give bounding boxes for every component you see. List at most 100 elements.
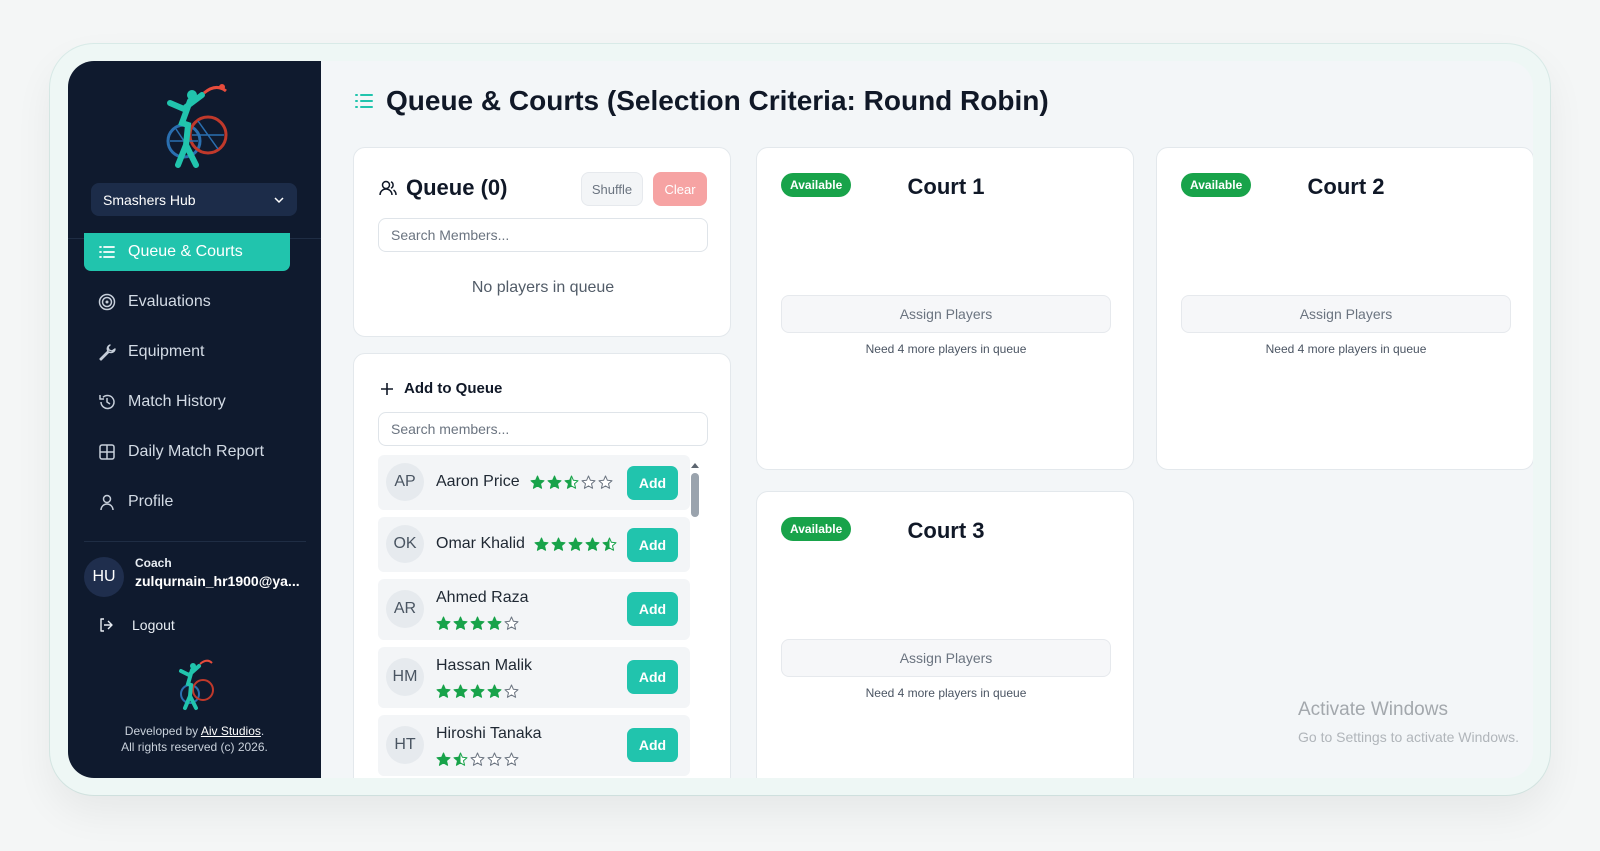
member-name: Omar Khalid [436,535,525,552]
app-logo-icon [179,659,214,710]
star-icon [470,616,485,630]
court-title: Court 2 [1307,174,1385,199]
sidebar-item-daily-match-report[interactable]: Daily Match Report [84,433,290,471]
sidebar-item-queue-courts[interactable]: Queue & Courts [84,233,290,271]
avatar: HU [84,557,124,597]
history-icon [99,394,115,410]
queue-search-input[interactable]: Search Members... [378,218,708,252]
member-name: Aaron Price [436,473,520,490]
queue-card: Queue (0) Shuffle Clear Search Members..… [353,147,731,337]
list-icon [355,94,373,108]
star-icon [487,616,502,630]
star-icon [453,752,468,766]
member-name: Ahmed Raza [436,589,529,606]
rating-stars [530,475,613,490]
star-icon [487,752,502,766]
logout-icon [100,618,113,632]
activate-windows-subtitle: Go to Settings to activate Windows. [1298,729,1519,745]
footer-developed-by: Developed by Aiv Studios. [124,724,265,738]
logout-label: Logout [132,617,175,633]
avatar: HT [386,726,424,764]
star-icon [470,684,485,698]
sidebar-item-evaluations[interactable]: Evaluations [84,283,290,321]
rating-stars [436,616,519,631]
avatar: OK [386,525,424,563]
shuffle-button[interactable]: Shuffle [581,172,643,206]
star-icon [487,684,502,698]
user-icon [100,494,114,511]
activate-windows-title: Activate Windows [1298,699,1448,720]
add-member-button[interactable]: Add [627,592,678,626]
rating-stars [534,537,617,552]
avatar: AR [386,590,424,628]
star-icon [504,616,519,630]
sidebar-item-label: Match History [128,393,226,410]
queue-header: Queue (0) [378,175,507,201]
sidebar-item-label: Equipment [128,343,205,360]
assign-players-button[interactable]: Assign Players [781,295,1111,333]
add-member-button[interactable]: Add [627,528,678,562]
rating-stars [436,752,519,767]
member-row: OK Omar Khalid Add [378,517,690,572]
assign-players-button[interactable]: Assign Players [781,639,1111,677]
scroll-up-arrow-icon[interactable] [690,461,700,469]
plus-icon [381,382,393,395]
star-icon [436,684,451,698]
member-row: AR Ahmed Raza Add [378,579,690,640]
star-icon [585,537,600,551]
sidebar-item-label: Queue & Courts [128,243,243,260]
court-title: Court 1 [907,174,985,199]
star-icon [470,752,485,766]
club-name: Smashers Hub [103,191,196,208]
empty-queue-text: No players in queue [471,279,615,296]
member-search-input[interactable]: Search members... [378,412,708,446]
member-name: Hassan Malik [436,657,533,674]
rating-stars [436,684,519,699]
star-icon [564,475,579,489]
add-member-button[interactable]: Add [627,466,678,500]
app-logo-icon [166,84,228,168]
assign-players-button[interactable]: Assign Players [1181,295,1511,333]
studio-link[interactable]: Aiv Studios [201,724,261,738]
list-icon [99,246,115,258]
club-selector[interactable]: Smashers Hub [91,183,297,216]
star-icon [436,752,451,766]
star-icon [504,684,519,698]
sidebar-item-match-history[interactable]: Match History [84,383,290,421]
queue-title: Queue (0) [406,175,508,200]
target-icon [98,293,116,311]
chevron-down-icon [274,196,284,203]
grid-icon [99,444,115,460]
star-icon [602,537,617,551]
assign-note: Need 4 more players in queue [1265,342,1427,356]
star-icon [453,684,468,698]
app-window: Smashers Hub Queue & Courts Evaluations … [68,61,1533,778]
add-to-queue-title: Add to Queue [404,380,503,397]
sidebar-item-equipment[interactable]: Equipment [84,333,290,371]
add-member-button[interactable]: Add [627,660,678,694]
court-card: Available Court 3 Assign Players Need 4 … [756,491,1134,778]
court-card: Available Court 1 Assign Players Need 4 … [756,147,1134,470]
star-icon [436,616,451,630]
member-row: HT Hiroshi Tanaka Add [378,715,690,776]
add-member-button[interactable]: Add [627,728,678,762]
scrollbar-thumb[interactable] [691,473,699,517]
clear-button[interactable]: Clear [653,172,707,206]
assign-note: Need 4 more players in queue [865,686,1027,700]
member-row: HM Hassan Malik Add [378,647,690,708]
footer-rights: All rights reserved (c) 2026. [121,740,268,754]
user-role: Coach [135,556,172,570]
page-title: Queue & Courts (Selection Criteria: Roun… [354,85,1049,117]
court-card: Available Court 2 Assign Players Need 4 … [1156,147,1533,470]
star-icon [530,475,545,489]
users-icon [379,180,397,196]
wrench-icon [99,344,116,361]
logout-button[interactable]: Logout [98,617,175,633]
sidebar-item-label: Profile [128,493,174,510]
star-icon [504,752,519,766]
sidebar-item-label: Evaluations [128,293,211,310]
sidebar: Smashers Hub Queue & Courts Evaluations … [68,61,321,778]
avatar: AP [386,463,424,501]
star-icon [453,616,468,630]
sidebar-item-profile[interactable]: Profile [84,483,290,521]
